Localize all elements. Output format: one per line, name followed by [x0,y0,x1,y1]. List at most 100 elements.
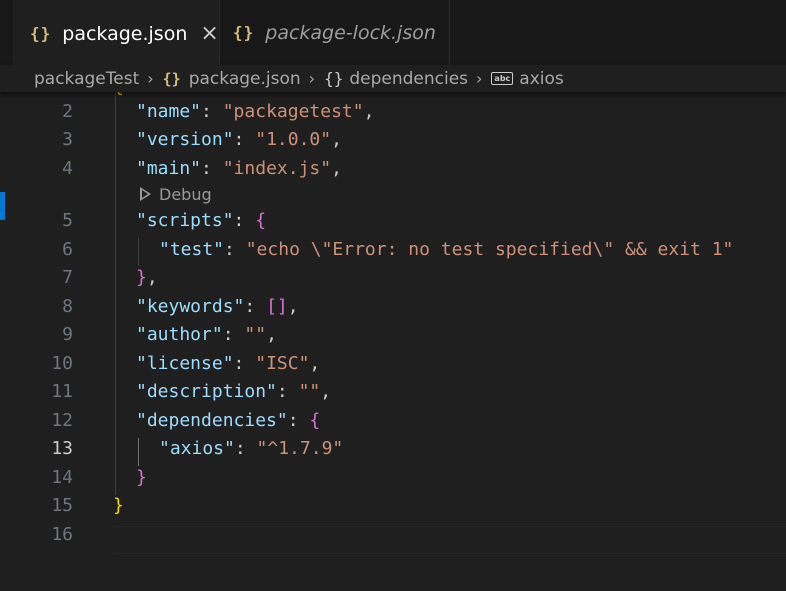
breadcrumb-file[interactable]: {} package.json [163,69,301,89]
code-text: "version": "1.0.0", [136,126,342,154]
code-text: "license": "ISC", [136,350,320,378]
punctuation: : [201,101,223,122]
json-key: "description" [136,381,277,402]
punctuation: , [146,267,158,288]
code-line[interactable]: 16 [0,521,786,549]
punctuation: : [201,158,223,179]
breadcrumb-folder[interactable]: packageTest [34,69,139,89]
tab-bar: {} package.json × {} package-lock.json [0,0,786,65]
open-brace: { [255,210,267,231]
line-number: 8 [62,296,73,317]
code-line[interactable]: 3 "version": "1.0.0", [0,126,786,154]
code-line[interactable]: 13 "axios": "^1.7.9" [0,435,786,463]
punctuation: , [331,158,342,179]
code-text: "description": "", [136,378,331,406]
debug-codelens[interactable]: Debug [140,183,212,205]
punctuation: , [309,353,321,374]
line-number: 5 [62,210,73,231]
line-number: 4 [62,158,73,179]
line-number: 7 [62,267,73,288]
breadcrumb-property-label: axios [519,68,564,89]
code-line[interactable]: 4 "main": "index.js", [0,155,786,183]
close-brace: } [136,267,147,288]
tab-label: package-lock.json [265,21,436,44]
object-symbol-icon: {} [324,69,344,88]
code-text: "keywords": [], [136,293,299,321]
code-line[interactable]: 9 "author": "", [0,321,786,349]
codelens-label: Debug [159,184,212,204]
code-text: "main": "index.js", [136,155,342,183]
punctuation: , [266,324,277,345]
line-number: 2 [62,101,73,122]
code-line[interactable]: 8 "keywords": [], [0,293,786,321]
json-key: "name" [136,101,202,122]
line-number: 14 [51,467,73,488]
root-close-brace: } [113,495,124,516]
code-text: "author": "", [136,321,277,349]
code-line[interactable]: 6 "test": "echo \"Error: no test specifie… [0,236,786,264]
json-string: "^1.7.9" [256,438,344,459]
punctuation: : [224,239,246,260]
chevron-right-icon: › [308,69,316,88]
code-text: }, [136,264,158,292]
json-string: "ISC" [255,353,310,374]
code-line[interactable]: 5 "scripts": { [0,207,786,235]
line-number: 10 [51,353,73,374]
code-text: } [113,492,124,520]
line-number: 12 [51,410,73,431]
json-key: "main" [136,158,202,179]
line-number: 6 [62,239,73,260]
punctuation: , [331,129,342,150]
code-text: "scripts": { [136,207,266,235]
code-editor[interactable]: { Debug 2 "name": "packagetest", 3 "version… [0,92,786,591]
breadcrumb-object[interactable]: {} dependencies [324,69,468,89]
line-number: 15 [51,495,73,516]
breadcrumb-property[interactable]: abc axios [491,68,564,89]
line-number: 3 [62,129,73,150]
json-string: "" [298,381,321,402]
json-key: "version" [136,129,234,150]
json-string: "packagetest" [222,101,364,122]
open-brace: { [309,410,321,431]
punctuation: : [244,296,267,317]
json-file-icon: {} [30,24,52,43]
breadcrumb: packageTest › {} package.json › {} depen… [0,65,786,92]
json-key: "keywords" [136,296,245,317]
punctuation: : [276,381,299,402]
code-text: } [136,464,147,492]
tab-package-lock-json[interactable]: {} package-lock.json [219,0,450,65]
tab-label: package.json [62,22,188,45]
breadcrumb-object-label: dependencies [349,68,469,89]
line-number: 11 [51,381,73,402]
json-string: "" [244,324,267,345]
code-line[interactable]: 11 "description": "", [0,378,786,406]
chevron-right-icon: › [476,69,483,88]
punctuation: : [234,438,257,459]
json-string: "1.0.0" [255,129,332,150]
breadcrumb-file-label: package.json [188,68,301,89]
code-text: "axios": "^1.7.9" [159,435,343,463]
line-number: 13 [51,438,73,459]
punctuation: : [287,410,310,431]
code-text: "dependencies": { [136,407,320,435]
code-text: "name": "packagetest", [136,98,374,126]
json-string: "index.js" [222,158,332,179]
json-file-icon: {} [233,23,255,42]
code-line[interactable]: 15} [0,492,786,520]
punctuation: , [363,101,375,122]
code-line[interactable]: 12 "dependencies": { [0,407,786,435]
play-icon [140,187,151,201]
code-line[interactable]: 14} [0,464,786,492]
punctuation: : [233,353,256,374]
json-key: "dependencies" [136,410,288,431]
code-line[interactable]: 10 "license": "ISC", [0,350,786,378]
json-key: "scripts" [136,210,234,231]
tab-package-json[interactable]: {} package.json × [13,0,219,65]
json-key: "axios" [159,438,235,459]
close-icon[interactable]: × [200,22,218,45]
chevron-right-icon: › [147,69,154,88]
code-line[interactable]: 7}, [0,264,786,292]
code-line[interactable]: 2 "name": "packagetest", [0,98,786,126]
punctuation: , [287,296,299,317]
punctuation: : [222,324,245,345]
